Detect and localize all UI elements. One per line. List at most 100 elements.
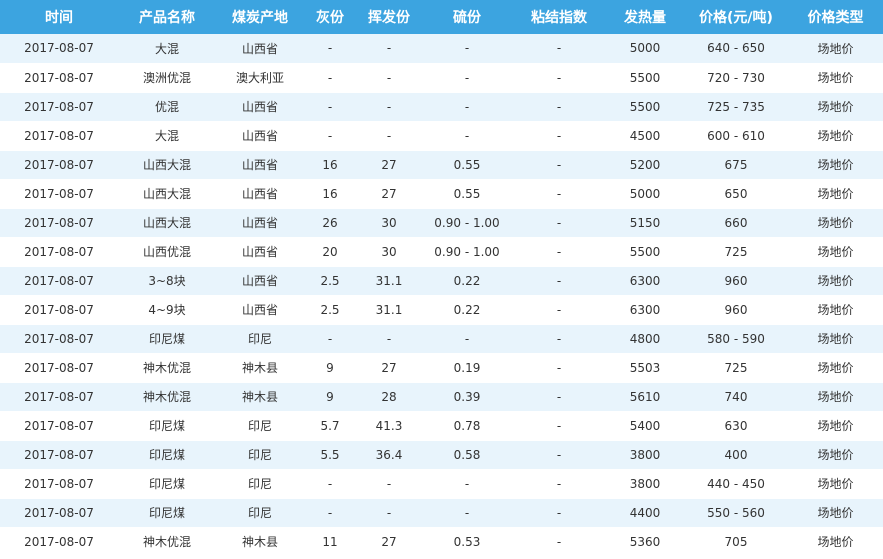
cell-calorific-value: 5503 xyxy=(606,353,684,383)
cell-ash: - xyxy=(304,498,356,528)
cell-time: 2017-08-07 xyxy=(0,121,118,151)
cell-sulfur: 0.39 xyxy=(422,382,512,412)
cell-origin: 山西省 xyxy=(216,295,304,325)
cell-ash: 26 xyxy=(304,208,356,238)
cell-product-name: 神木优混 xyxy=(118,353,216,383)
cell-price-type: 场地价 xyxy=(788,498,883,528)
cell-time: 2017-08-07 xyxy=(0,469,118,499)
cell-price: 660 xyxy=(684,208,788,238)
cell-ash: - xyxy=(304,63,356,93)
cell-price-type: 场地价 xyxy=(788,353,883,383)
cell-volatile: - xyxy=(356,498,422,528)
cell-price-type: 场地价 xyxy=(788,295,883,325)
cell-price-type: 场地价 xyxy=(788,63,883,93)
cell-sulfur: - xyxy=(422,469,512,499)
cell-ash: 2.5 xyxy=(304,295,356,325)
table-row: 2017-08-07 3~8块 山西省 2.5 31.1 0.22-6300 960 场地价 xyxy=(0,266,883,296)
cell-origin: 山西省 xyxy=(216,208,304,238)
cell-calorific-value: 5150 xyxy=(606,208,684,238)
cell-calorific-value: 5500 xyxy=(606,92,684,122)
header-calorific-value: 发热量 xyxy=(624,10,666,26)
cell-calorific-value: 5200 xyxy=(606,150,684,180)
cell-ash: 5.7 xyxy=(304,411,356,441)
cell-sulfur: 0.90 - 1.00 xyxy=(422,237,512,267)
table-row: 2017-08-07 神木优混 神木县 9 27 0.19-5503 725 场地价 xyxy=(0,353,883,383)
cell-price-type: 场地价 xyxy=(788,34,883,64)
table-row: 2017-08-07 大混 山西省 - - - -5000 640 - 650 场地价 xyxy=(0,34,883,64)
cell-price-type: 场地价 xyxy=(788,440,883,470)
table-body: 2017-08-07 大混 山西省 - - - -5000 640 - 650 场地价 2017-… xyxy=(0,34,883,557)
cell-calorific-value: 5000 xyxy=(606,179,684,209)
cell-price: 675 xyxy=(684,150,788,180)
cell-volatile: 31.1 xyxy=(356,295,422,325)
cell-time: 2017-08-07 xyxy=(0,63,118,93)
cell-price-type: 场地价 xyxy=(788,411,883,441)
cell-caking-index: - xyxy=(512,527,606,557)
cell-time: 2017-08-07 xyxy=(0,382,118,412)
cell-origin: 澳大利亚 xyxy=(216,63,304,93)
cell-calorific-value: 4800 xyxy=(606,324,684,354)
cell-origin: 印尼 xyxy=(216,324,304,354)
cell-time: 2017-08-07 xyxy=(0,34,118,64)
cell-sulfur: - xyxy=(422,92,512,122)
cell-time: 2017-08-07 xyxy=(0,440,118,470)
table-row: 2017-08-07 澳洲优混 澳大利亚 - - - -5500 720 - 730 场地价 xyxy=(0,63,883,93)
cell-price-type: 场地价 xyxy=(788,121,883,151)
cell-volatile: - xyxy=(356,63,422,93)
header-volatile: 挥发份 xyxy=(368,10,410,26)
cell-volatile: 28 xyxy=(356,382,422,412)
cell-price: 400 xyxy=(684,440,788,470)
cell-time: 2017-08-07 xyxy=(0,295,118,325)
cell-time: 2017-08-07 xyxy=(0,150,118,180)
cell-ash: 16 xyxy=(304,179,356,209)
cell-ash: 11 xyxy=(304,527,356,557)
cell-calorific-value: 5500 xyxy=(606,237,684,267)
cell-price-type: 场地价 xyxy=(788,527,883,557)
cell-product-name: 山西大混 xyxy=(118,208,216,238)
cell-price: 440 - 450 xyxy=(684,469,788,499)
cell-product-name: 神木优混 xyxy=(118,527,216,557)
table-row: 2017-08-07 山西优混 山西省 20 30 0.90 - 1.00-5500 725… xyxy=(0,237,883,267)
cell-price-type: 场地价 xyxy=(788,266,883,296)
table-row: 2017-08-07 印尼煤 印尼 - - - -4800 580 - 590 场地价 xyxy=(0,324,883,354)
cell-product-name: 优混 xyxy=(118,92,216,122)
table-row: 2017-08-07 印尼煤 印尼 - - - -4400 550 - 560 场地价 xyxy=(0,498,883,528)
cell-sulfur: 0.78 xyxy=(422,411,512,441)
cell-volatile: 27 xyxy=(356,150,422,180)
cell-volatile: - xyxy=(356,121,422,151)
cell-price: 630 xyxy=(684,411,788,441)
cell-time: 2017-08-07 xyxy=(0,324,118,354)
table-row: 2017-08-07 印尼煤 印尼 5.7 41.3 0.78-5400 630 场地价 xyxy=(0,411,883,441)
cell-calorific-value: 5000 xyxy=(606,34,684,64)
cell-product-name: 大混 xyxy=(118,34,216,64)
cell-product-name: 印尼煤 xyxy=(118,324,216,354)
cell-price-type: 场地价 xyxy=(788,382,883,412)
cell-calorific-value: 5400 xyxy=(606,411,684,441)
table-row: 2017-08-07 优混 山西省 - - - -5500 725 - 735 场地价 xyxy=(0,92,883,122)
cell-price: 705 xyxy=(684,527,788,557)
cell-volatile: 27 xyxy=(356,179,422,209)
cell-product-name: 澳洲优混 xyxy=(118,63,216,93)
cell-caking-index: - xyxy=(512,324,606,354)
cell-origin: 山西省 xyxy=(216,179,304,209)
cell-price-type: 场地价 xyxy=(788,179,883,209)
cell-price: 580 - 590 xyxy=(684,324,788,354)
cell-sulfur: - xyxy=(422,498,512,528)
cell-origin: 印尼 xyxy=(216,411,304,441)
cell-price-type: 场地价 xyxy=(788,324,883,354)
cell-calorific-value: 5500 xyxy=(606,63,684,93)
cell-volatile: 30 xyxy=(356,208,422,238)
cell-sulfur: - xyxy=(422,121,512,151)
cell-volatile: 31.1 xyxy=(356,266,422,296)
cell-volatile: 27 xyxy=(356,353,422,383)
cell-volatile: - xyxy=(356,469,422,499)
header-price: 价格(元/吨) xyxy=(699,10,773,26)
cell-origin: 神木县 xyxy=(216,527,304,557)
cell-price: 725 xyxy=(684,237,788,267)
cell-calorific-value: 6300 xyxy=(606,266,684,296)
header-caking-index: 粘结指数 xyxy=(531,10,587,26)
table-row: 2017-08-07 神木优混 神木县 9 28 0.39-5610 740 场地价 xyxy=(0,382,883,412)
cell-price-type: 场地价 xyxy=(788,208,883,238)
cell-caking-index: - xyxy=(512,179,606,209)
cell-product-name: 山西大混 xyxy=(118,150,216,180)
